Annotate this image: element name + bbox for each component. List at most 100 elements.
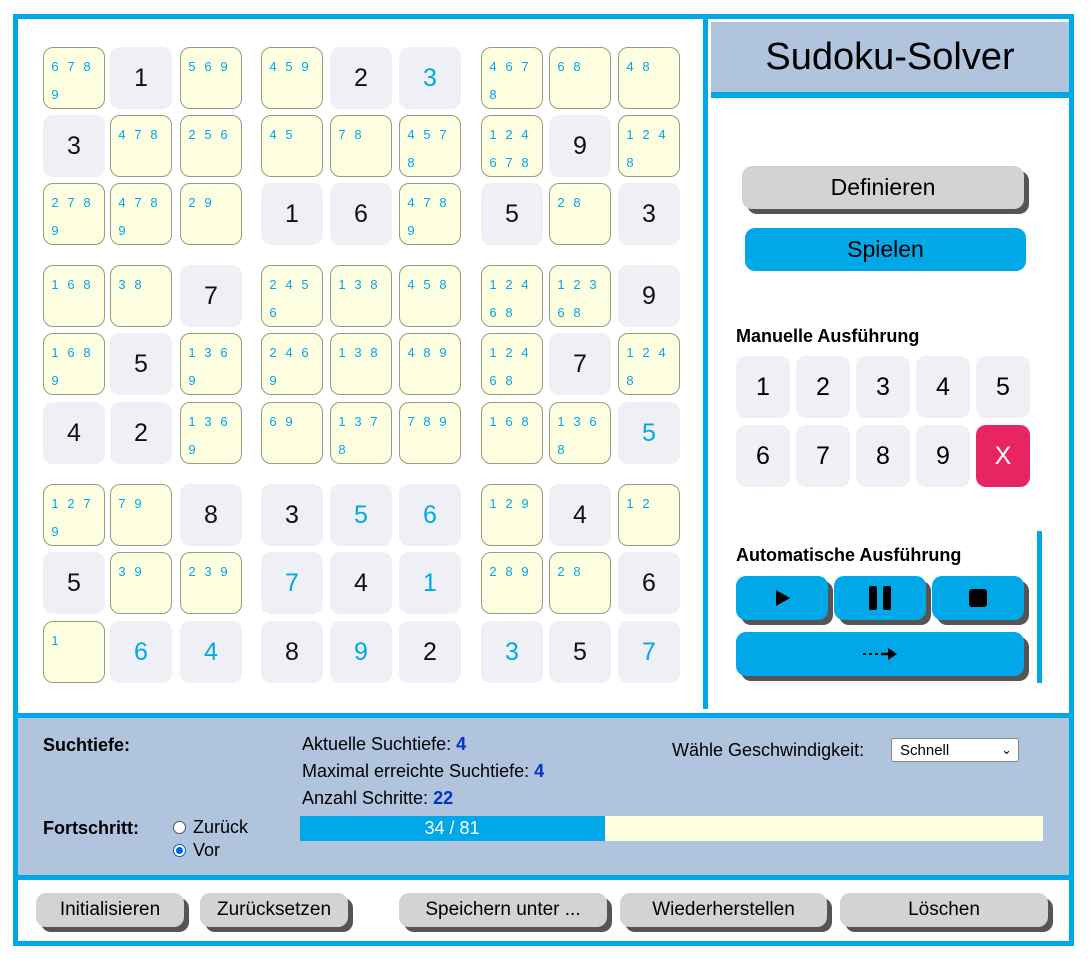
sudoku-cell-candidates[interactable]: 256 [180, 115, 242, 177]
sudoku-cell-candidates[interactable]: 289 [481, 552, 543, 614]
sudoku-cell-candidates[interactable]: 239 [180, 552, 242, 614]
sudoku-cell-candidates[interactable]: 38 [110, 265, 172, 327]
sudoku-cell-candidates[interactable]: 168 [43, 265, 105, 327]
define-button[interactable]: Definieren [742, 166, 1024, 209]
sudoku-cell-given[interactable]: 3 [43, 115, 105, 177]
sudoku-cell-candidates[interactable]: 29 [180, 183, 242, 245]
sudoku-cell-solved[interactable]: 1 [399, 552, 461, 614]
sudoku-cell-given[interactable]: 2 [330, 47, 392, 109]
number-button-5[interactable]: 5 [976, 356, 1030, 418]
play-button[interactable]: Spielen [745, 228, 1026, 271]
sudoku-cell-solved[interactable]: 4 [180, 621, 242, 683]
sudoku-cell-candidates[interactable]: 136 9 [180, 402, 242, 464]
sudoku-cell-given[interactable]: 4 [43, 402, 105, 464]
sudoku-cell-solved[interactable]: 7 [261, 552, 323, 614]
sudoku-cell-candidates[interactable]: 478 9 [110, 183, 172, 245]
reset-button[interactable]: Zurücksetzen [200, 893, 348, 927]
sudoku-cell-solved[interactable]: 3 [481, 621, 543, 683]
sudoku-cell-candidates[interactable]: 138 [330, 333, 392, 395]
sudoku-cell-given[interactable]: 6 [330, 183, 392, 245]
direction-forward-radio[interactable] [173, 844, 186, 857]
sudoku-cell-candidates[interactable]: 478 9 [399, 183, 461, 245]
restore-button[interactable]: Wiederherstellen [620, 893, 827, 927]
sudoku-cell-solved[interactable]: 5 [618, 402, 680, 464]
sudoku-cell-candidates[interactable]: 1689 [43, 333, 105, 395]
speed-select[interactable]: Schnell ⌄ [891, 738, 1019, 762]
sudoku-cell-given[interactable]: 9 [618, 265, 680, 327]
sudoku-cell-solved[interactable]: 6 [110, 621, 172, 683]
sudoku-cell-given[interactable]: 5 [110, 333, 172, 395]
sudoku-cell-candidates[interactable]: 569 [180, 47, 242, 109]
sudoku-cell-given[interactable]: 8 [180, 484, 242, 546]
sudoku-cell-candidates[interactable]: 124 68 [481, 333, 543, 395]
sudoku-cell-given[interactable]: 4 [549, 484, 611, 546]
sudoku-cell-solved[interactable]: 3 [399, 47, 461, 109]
sudoku-cell-candidates[interactable]: 789 [399, 402, 461, 464]
sudoku-cell-given[interactable]: 9 [549, 115, 611, 177]
number-button-9[interactable]: 9 [916, 425, 970, 487]
sudoku-cell-candidates[interactable]: 678 9 [43, 47, 105, 109]
sudoku-cell-candidates[interactable]: 78 [330, 115, 392, 177]
sudoku-cell-given[interactable]: 8 [261, 621, 323, 683]
number-button-6[interactable]: 6 [736, 425, 790, 487]
initialize-button[interactable]: Initialisieren [36, 893, 184, 927]
sudoku-cell-candidates[interactable]: 12 [618, 484, 680, 546]
delete-button[interactable]: Löschen [840, 893, 1048, 927]
sudoku-cell-solved[interactable]: 6 [399, 484, 461, 546]
sudoku-cell-given[interactable]: 2 [399, 621, 461, 683]
stop-button[interactable] [932, 576, 1024, 620]
sudoku-cell-given[interactable]: 3 [261, 484, 323, 546]
direction-back-radio[interactable] [173, 821, 186, 834]
sudoku-cell-candidates[interactable]: 136 9 [180, 333, 242, 395]
sudoku-cell-candidates[interactable]: 48 [618, 47, 680, 109]
sudoku-cell-candidates[interactable]: 1 [43, 621, 105, 683]
sudoku-cell-given[interactable]: 6 [618, 552, 680, 614]
sudoku-cell-given[interactable]: 5 [481, 183, 543, 245]
sudoku-cell-candidates[interactable]: 457 8 [399, 115, 461, 177]
sudoku-cell-candidates[interactable]: 278 9 [43, 183, 105, 245]
sudoku-cell-given[interactable]: 5 [549, 621, 611, 683]
sudoku-cell-candidates[interactable]: 168 [481, 402, 543, 464]
number-button-4[interactable]: 4 [916, 356, 970, 418]
save-as-button[interactable]: Speichern unter ... [399, 893, 607, 927]
sudoku-cell-given[interactable]: 7 [180, 265, 242, 327]
step-forward-button[interactable] [736, 632, 1024, 676]
sudoku-cell-candidates[interactable]: 124 68 [481, 265, 543, 327]
sudoku-cell-candidates[interactable]: 28 [549, 552, 611, 614]
sudoku-cell-candidates[interactable]: 459 [261, 47, 323, 109]
pause-button[interactable] [834, 576, 926, 620]
sudoku-cell-given[interactable]: 5 [43, 552, 105, 614]
sudoku-cell-candidates[interactable]: 123 68 [549, 265, 611, 327]
sudoku-cell-candidates[interactable]: 137 8 [330, 402, 392, 464]
sudoku-cell-candidates[interactable]: 124 678 [481, 115, 543, 177]
number-button-3[interactable]: 3 [856, 356, 910, 418]
sudoku-cell-solved[interactable]: 7 [618, 621, 680, 683]
sudoku-cell-given[interactable]: 3 [618, 183, 680, 245]
sudoku-cell-candidates[interactable]: 124 8 [618, 333, 680, 395]
sudoku-cell-candidates[interactable]: 28 [549, 183, 611, 245]
sudoku-cell-candidates[interactable]: 79 [110, 484, 172, 546]
sudoku-cell-candidates[interactable]: 136 8 [549, 402, 611, 464]
sudoku-cell-candidates[interactable]: 68 [549, 47, 611, 109]
play-run-button[interactable] [736, 576, 828, 620]
sudoku-cell-candidates[interactable]: 245 6 [261, 265, 323, 327]
clear-button[interactable]: X [976, 425, 1030, 487]
sudoku-cell-candidates[interactable]: 246 9 [261, 333, 323, 395]
sudoku-cell-given[interactable]: 1 [261, 183, 323, 245]
sudoku-cell-solved[interactable]: 5 [330, 484, 392, 546]
sudoku-cell-candidates[interactable]: 478 [110, 115, 172, 177]
sudoku-cell-candidates[interactable]: 489 [399, 333, 461, 395]
sudoku-cell-given[interactable]: 4 [330, 552, 392, 614]
number-button-7[interactable]: 7 [796, 425, 850, 487]
sudoku-cell-candidates[interactable]: 124 8 [618, 115, 680, 177]
sudoku-cell-candidates[interactable]: 138 [330, 265, 392, 327]
sudoku-cell-given[interactable]: 7 [549, 333, 611, 395]
number-button-2[interactable]: 2 [796, 356, 850, 418]
sudoku-cell-solved[interactable]: 9 [330, 621, 392, 683]
sudoku-cell-candidates[interactable]: 458 [399, 265, 461, 327]
sudoku-cell-candidates[interactable]: 39 [110, 552, 172, 614]
sudoku-cell-candidates[interactable]: 69 [261, 402, 323, 464]
number-button-1[interactable]: 1 [736, 356, 790, 418]
sudoku-cell-given[interactable]: 1 [110, 47, 172, 109]
sudoku-cell-given[interactable]: 2 [110, 402, 172, 464]
